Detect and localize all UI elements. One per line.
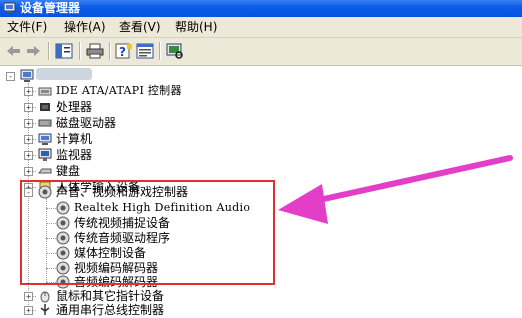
title-bar: 设备管理器 <box>0 0 522 17</box>
tree-row-monitor[interactable]: + 监视器 <box>0 147 300 163</box>
root-expander[interactable]: - <box>6 72 15 81</box>
menu-view[interactable]: 查看(V) <box>119 20 161 34</box>
monitor-expander[interactable]: + <box>24 151 33 160</box>
monitor-label: 监视器 <box>56 148 93 162</box>
monitor-icon <box>38 148 52 161</box>
computer-root-icon <box>20 69 34 82</box>
annotation-arrow <box>278 155 513 224</box>
keyboard-expander[interactable]: + <box>24 167 33 176</box>
computer-label: 计算机 <box>56 132 93 146</box>
forward-icon[interactable] <box>24 43 42 59</box>
toolbar: ? <box>0 38 522 66</box>
tree-row-processor[interactable]: + 处理器 <box>0 99 300 115</box>
tree-row-keyboard[interactable]: + 键盘 <box>0 163 300 179</box>
keyboard-icon <box>38 168 52 174</box>
properties-icon[interactable] <box>136 43 154 59</box>
svg-text:?: ? <box>119 45 126 59</box>
disk-expander[interactable]: + <box>24 119 33 128</box>
menu-file[interactable]: 文件(F) <box>7 20 47 34</box>
toolbar-separator <box>48 42 50 60</box>
window-title: 设备管理器 <box>20 1 81 15</box>
help-icon[interactable]: ? <box>115 43 133 59</box>
scan-hardware-icon[interactable] <box>166 43 184 59</box>
toolbar-separator <box>109 42 111 60</box>
tree-row-ide[interactable]: + IDE ATA/ATAPI 控制器 <box>0 83 300 99</box>
toolbar-separator <box>159 42 161 60</box>
processor-expander[interactable]: + <box>24 103 33 112</box>
ide-controller-icon <box>38 87 52 96</box>
computer-expander[interactable]: + <box>24 135 33 144</box>
mouse-expander[interactable]: + <box>24 292 33 301</box>
usb-expander[interactable]: + <box>24 306 33 315</box>
menu-action[interactable]: 操作(A) <box>64 20 106 34</box>
tree-row-disk[interactable]: + 磁盘驱动器 <box>0 115 300 131</box>
console-tree-icon[interactable] <box>55 43 73 59</box>
disk-drive-icon <box>38 119 52 127</box>
computer-name-redacted <box>36 68 92 80</box>
menu-bar: 文件(F) 操作(A) 查看(V) 帮助(H) <box>0 17 522 38</box>
disk-label: 磁盘驱动器 <box>56 116 117 130</box>
back-icon[interactable] <box>5 43 23 59</box>
toolbar-separator <box>79 42 81 60</box>
computer-icon <box>38 133 52 145</box>
processor-label: 处理器 <box>56 100 93 114</box>
tree-row-computer[interactable]: + 计算机 <box>0 131 300 147</box>
keyboard-label: 键盘 <box>56 164 81 178</box>
ide-expander[interactable]: + <box>24 87 33 96</box>
ide-label: IDE ATA/ATAPI 控制器 <box>56 84 182 97</box>
usb-icon <box>40 304 50 315</box>
highlight-box <box>20 180 275 285</box>
device-manager-icon <box>4 2 16 13</box>
menu-help[interactable]: 帮助(H) <box>175 20 217 34</box>
mouse-icon <box>40 291 50 303</box>
print-icon[interactable] <box>86 43 104 59</box>
processor-icon <box>40 103 50 111</box>
